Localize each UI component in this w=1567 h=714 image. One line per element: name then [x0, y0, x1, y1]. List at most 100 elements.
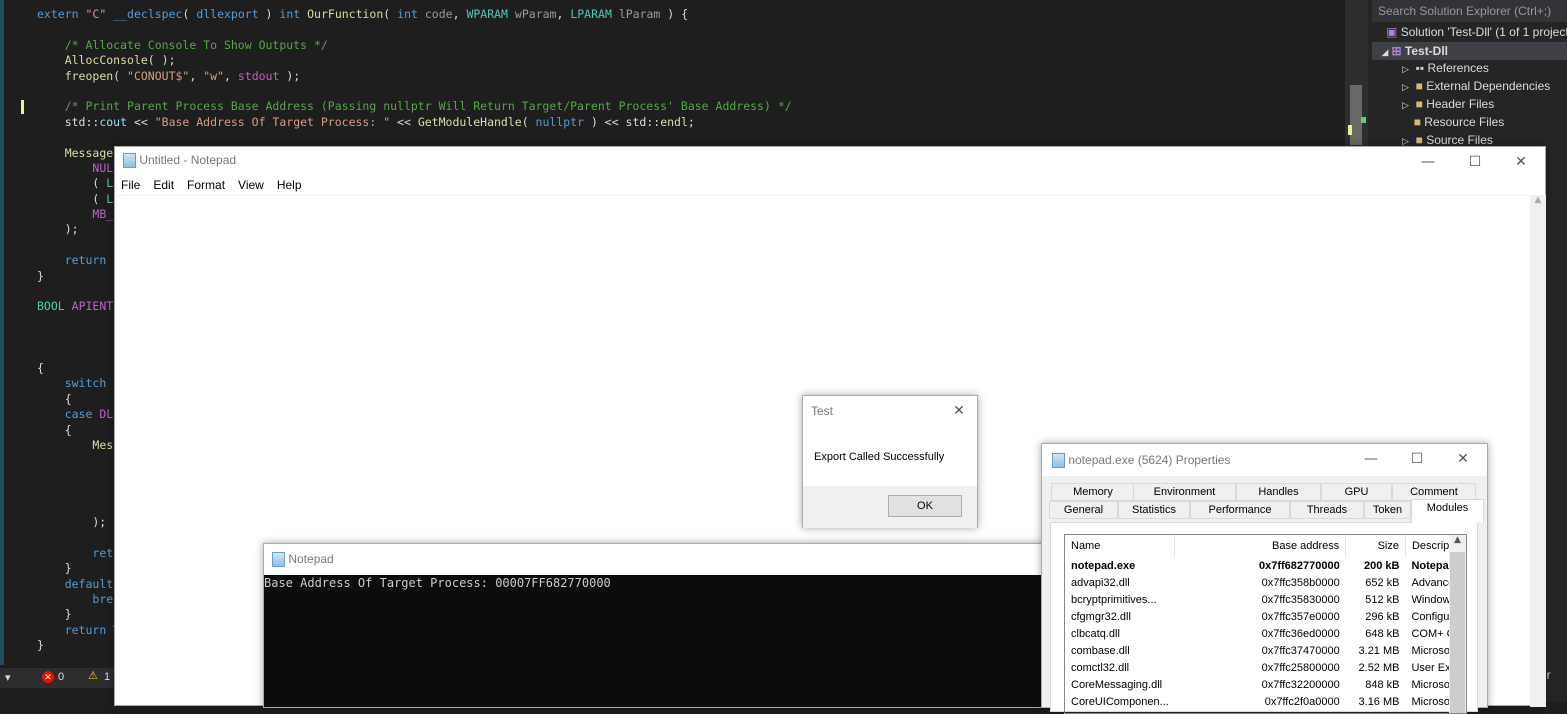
table-cell: 652 kB	[1365, 576, 1400, 589]
table-row[interactable]: advapi32.dll 0x7ffc358b0000 652 kB Advanced	[1065, 574, 1466, 591]
code-line: }	[37, 561, 72, 575]
code-line: {	[37, 423, 72, 437]
table-row[interactable]: comctl32.dll 0x7ffc25800000 2.52 MB User Ex…	[1065, 659, 1466, 676]
console-titlebar[interactable]: Notepad	[264, 544, 1047, 575]
tab-memory[interactable]: Memory	[1051, 483, 1135, 501]
table-cell: 0x7ffc37470000	[1261, 644, 1340, 657]
expand-icon[interactable]: ▷	[1402, 64, 1409, 74]
properties-icon	[1052, 453, 1065, 469]
close-button[interactable]: ✕	[1498, 147, 1544, 177]
references-icon: ▪▪	[1415, 61, 1425, 75]
expanded-icon: ◢	[1382, 48, 1389, 57]
warning-marker	[1361, 117, 1366, 123]
notepad-titlebar[interactable]: Untitled - Notepad	[123, 153, 236, 169]
console-output: Base Address Of Target Process: 00007FF6…	[264, 576, 611, 590]
minimize-button[interactable]: —	[1405, 147, 1451, 177]
tree-item[interactable]: ■ Resource Files	[1402, 115, 1505, 129]
tree-item[interactable]: ▷ ■ Header Files	[1402, 97, 1494, 111]
change-marker-map	[1348, 125, 1352, 135]
tree-item[interactable]: ▷ ▪▪ References	[1402, 61, 1489, 75]
tab-general[interactable]: General	[1049, 501, 1118, 519]
menu-help[interactable]: Help	[277, 178, 302, 192]
tab-gpu[interactable]: GPU	[1321, 483, 1392, 501]
menu-view[interactable]: View	[238, 178, 264, 192]
warning-icon[interactable]: ⚠	[88, 669, 98, 682]
table-cell: bcryptprimitives...	[1071, 593, 1157, 606]
tab-performance[interactable]: Performance	[1190, 501, 1290, 519]
code-line: retu	[92, 546, 121, 560]
table-cell: notepad.exe	[1071, 559, 1136, 572]
code-line: MB_O	[92, 207, 121, 221]
change-marker	[21, 100, 24, 114]
table-cell: 296 kB	[1365, 610, 1400, 623]
tab-threads[interactable]: Threads	[1290, 501, 1364, 519]
code-line: /* Allocate Console To Show Outputs */	[64, 38, 328, 52]
line-number-gutter	[0, 0, 4, 665]
table-cell: comctl32.dll	[1071, 661, 1130, 674]
code-line: }	[37, 607, 72, 621]
modules-list[interactable]: Name Base address Size Description notepad.e…	[1064, 534, 1467, 714]
tab-statistics[interactable]: Statistics	[1118, 501, 1190, 519]
expand-icon[interactable]: ▷	[1402, 82, 1409, 92]
column-header[interactable]: Name	[1065, 535, 1176, 557]
vertical-scrollbar[interactable]: ▲	[1530, 195, 1546, 707]
table-row[interactable]: combase.dll 0x7ffc37470000 3.21 MB Microsof…	[1065, 642, 1466, 659]
table-row[interactable]: bcryptprimitives... 0x7ffc35830000 512 kB W…	[1065, 591, 1466, 608]
message-text: Export Called Successfully	[814, 451, 945, 463]
code-line: default:	[64, 577, 120, 591]
tab-environment[interactable]: Environment	[1133, 483, 1236, 501]
properties-titlebar[interactable]: notepad.exe (5624) Properties — ☐ ✕	[1042, 444, 1487, 476]
table-cell: 0x7ffc25800000	[1261, 661, 1340, 674]
list-scrollbar[interactable]: ▲	[1449, 535, 1466, 713]
close-button[interactable]: ✕	[1440, 444, 1486, 474]
console-window: Notepad Base Address Of Target Process: …	[263, 543, 1048, 708]
message-box-title: Test	[811, 404, 834, 418]
table-cell: combase.dll	[1071, 644, 1130, 657]
menu-bar: File Edit Format View Help	[121, 178, 315, 192]
tab-handles[interactable]: Handles	[1236, 483, 1321, 501]
expand-icon[interactable]: ▷	[1402, 136, 1409, 146]
table-row[interactable]: notepad.exe 0x7ff682770000 200 kB Notepad	[1065, 557, 1466, 574]
tree-item-solution[interactable]: ▣ Solution 'Test-Dll' (1 of 1 project)	[1386, 25, 1567, 39]
error-icon[interactable]: ✕	[42, 671, 54, 683]
tree-item[interactable]: ▷ ■ External Dependencies	[1402, 79, 1550, 93]
message-box-close-button[interactable]: ✕	[939, 396, 979, 426]
minimize-button[interactable]: —	[1348, 444, 1394, 474]
tab-token[interactable]: Token	[1364, 501, 1411, 519]
scroll-thumb[interactable]	[1350, 85, 1362, 145]
folder-icon: ■	[1415, 133, 1423, 147]
code-line: freopen( "CONOUT$", "w", stdout );	[64, 69, 301, 83]
code-line: );	[37, 515, 107, 529]
tab-modules[interactable]: Modules	[1411, 499, 1484, 523]
table-row[interactable]: CoreMessaging.dll 0x7ffc32200000 848 kB Mic…	[1065, 676, 1466, 693]
table-cell: 0x7ffc36ed0000	[1261, 627, 1340, 640]
project-icon: ⊞	[1391, 44, 1402, 58]
dropdown-icon[interactable]: ▾	[5, 671, 11, 684]
table-cell: 0x7ffc358b0000	[1261, 576, 1340, 589]
code-line: ( LP	[37, 176, 120, 190]
menu-format[interactable]: Format	[187, 178, 225, 192]
maximize-button[interactable]: ☐	[1394, 444, 1440, 474]
solution-icon: ▣	[1386, 25, 1398, 39]
console-title: Notepad	[288, 552, 334, 566]
maximize-button[interactable]: ☐	[1452, 147, 1498, 177]
column-header[interactable]: Base address	[1174, 535, 1347, 557]
table-row[interactable]: clbcatq.dll 0x7ffc36ed0000 648 kB COM+ Co	[1065, 625, 1466, 642]
column-header[interactable]: Size	[1345, 535, 1406, 557]
table-cell: 848 kB	[1365, 678, 1400, 691]
menu-file[interactable]: File	[121, 178, 140, 192]
solution-search-input[interactable]: Search Solution Explorer (Ctrl+;)	[1372, 0, 1567, 22]
table-cell: 0x7ffc35830000	[1261, 593, 1340, 606]
code-line: NULL	[92, 161, 121, 175]
code-line: {	[37, 361, 44, 375]
tree-item[interactable]: ▷ ■ Source Files	[1402, 133, 1493, 147]
expand-icon[interactable]	[1402, 118, 1407, 128]
expand-icon[interactable]: ▷	[1402, 100, 1409, 110]
table-cell: 200 kB	[1364, 559, 1400, 572]
tree-item-project[interactable]: ◢ ⊞ Test-Dll	[1372, 42, 1567, 60]
code-line: Mess	[92, 438, 121, 452]
table-cell: advapi32.dll	[1071, 576, 1130, 589]
ok-button[interactable]: OK	[888, 495, 962, 517]
menu-edit[interactable]: Edit	[153, 178, 174, 192]
table-row[interactable]: cfgmgr32.dll 0x7ffc357e0000 296 kB Configur…	[1065, 608, 1466, 625]
